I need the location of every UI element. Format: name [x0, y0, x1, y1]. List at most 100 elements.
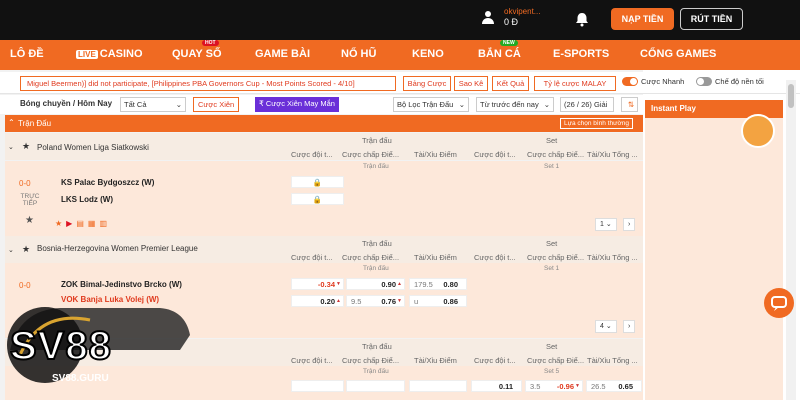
chevron-down-icon[interactable]: ⌄ — [8, 143, 14, 151]
chart-icon[interactable]: ▥ — [99, 219, 107, 228]
league-name: Bosnia-Herzegovina Women Premier League — [37, 244, 198, 253]
next-page-button[interactable]: › — [623, 218, 636, 231]
group-set: Set — [546, 239, 558, 248]
col-moneyline: Cược đội t... — [291, 253, 333, 262]
odds-cell[interactable]: 3.5 -0.96 ▼ — [525, 380, 583, 392]
odds-cell[interactable]: 0.90 ▲ — [346, 278, 405, 290]
nav-quay-so[interactable]: QUAY SỐ HOT — [172, 40, 222, 60]
col-set-total: Tài/Xỉu Tổng ... — [587, 253, 638, 262]
tracker-icon[interactable]: ▦ — [88, 219, 96, 228]
scrollbar-thumb[interactable] — [788, 84, 794, 108]
bet-type-select[interactable]: Lựa chọn bình thường — [559, 118, 633, 129]
odds-cell[interactable] — [409, 380, 467, 392]
fast-bet-label: Cược Nhanh — [641, 77, 685, 86]
col-moneyline: Cược đội t... — [291, 150, 333, 159]
nav-casino[interactable]: LIVE CASINO — [76, 48, 143, 60]
group-match: Trận đấu — [362, 342, 392, 351]
game-promo-icon[interactable] — [741, 114, 775, 148]
results-button[interactable]: Kết Quả — [492, 76, 529, 91]
col-set-total: Tài/Xỉu Tổng ... — [587, 356, 638, 365]
star-icon[interactable]: ★ — [25, 215, 34, 226]
nav-keno[interactable]: KENO — [412, 48, 444, 60]
col-handicap: Cược chấp Điể... — [342, 253, 400, 262]
odds-type-select[interactable]: Tỷ lệ cược MALAY — [534, 76, 616, 91]
match-tools: ★ ▶ ▤ ▦ ▥ — [55, 219, 107, 228]
col-handicap: Cược chấp Điể... — [342, 356, 400, 365]
bell-icon[interactable] — [574, 11, 590, 27]
col-moneyline: Cược đội t... — [291, 356, 333, 365]
col-set-handicap: Cược chấp Điể... — [527, 356, 585, 365]
league-name: Poland Women Liga Siatkowski — [37, 143, 149, 152]
sort-icon[interactable]: ⇅ — [621, 97, 638, 112]
match-filter-select[interactable]: Bộ Lọc Trận Đấu ⌄ — [393, 97, 469, 112]
star-icon[interactable]: ★ — [22, 141, 30, 152]
odds-cell[interactable]: 179.5 0.80 — [409, 278, 467, 290]
deposit-button[interactable]: NẠP TIỀN — [611, 8, 674, 30]
dark-mode-toggle[interactable]: Chế độ nền tối — [696, 77, 764, 86]
odds-cell[interactable]: 0.11 — [471, 380, 522, 392]
odds-cell[interactable] — [346, 380, 405, 392]
group-set: Set — [546, 136, 558, 145]
instant-play-label: Instant Play — [651, 104, 696, 113]
user-account[interactable]: okvipent... 0 Đ — [480, 6, 540, 27]
withdraw-button[interactable]: RÚT TIỀN — [680, 8, 743, 30]
date-select[interactable]: Tất Cả ⌄ — [120, 97, 186, 112]
scrollbar[interactable] — [786, 80, 796, 400]
sport-label: Bóng chuyền / Hôm Nay — [20, 99, 113, 108]
odds-cell[interactable]: -0.34 ▼ — [291, 278, 344, 290]
odds-cell[interactable]: 0.20 ▲ — [291, 295, 344, 307]
nav-e-sports[interactable]: E-SPORTS — [553, 48, 609, 60]
sub-label: Set 1 — [544, 163, 560, 170]
lucky-parlay-button[interactable]: ₹ Cược Xiên May Mắn — [255, 97, 339, 112]
chevron-down-icon: ⌄ — [458, 100, 465, 109]
odds-cell[interactable]: u 0.86 — [409, 295, 467, 307]
nav-ban-ca[interactable]: BẮN CÁ NEW — [478, 40, 521, 60]
chevron-down-icon[interactable]: ⌄ — [8, 246, 14, 254]
statement-button[interactable]: Sao Kê — [454, 76, 488, 91]
live-badge: LIVE — [76, 50, 98, 59]
chat-icon[interactable] — [764, 288, 794, 318]
toggle-switch[interactable] — [622, 77, 638, 86]
logo-url: SV88.GURU — [52, 373, 109, 384]
username: okvipent... — [504, 7, 541, 16]
home-team: KS Palac Bydgoszcz (W) — [61, 178, 155, 187]
league-header[interactable]: ⌄ ★ Poland Women Liga Siatkowski Trận đấ… — [5, 133, 643, 160]
hot-badge: HOT — [202, 40, 219, 46]
main-nav: LÔ ĐỀ LIVE CASINO QUAY SỐ HOT GAME BÀI NỔ … — [0, 40, 800, 70]
collapse-icon[interactable]: ⌃ — [8, 118, 15, 127]
sort-select[interactable]: Từ trước đến nay ⌄ — [476, 97, 554, 112]
nav-no-hu[interactable]: NỔ HŨ — [341, 48, 376, 60]
page-select[interactable]: 1 ⌄ — [595, 218, 617, 231]
ticker-bar: Miguel Beermen)] did not participate, [P… — [0, 72, 800, 94]
col-set-handicap: Cược chấp Điể... — [527, 150, 585, 159]
league-header[interactable]: ⌄ ★ Bosnia-Herzegovina Women Premier Lea… — [5, 236, 643, 263]
col-set-moneyline: Cược đội t... — [474, 253, 516, 262]
stats-icon[interactable]: ▤ — [76, 219, 84, 228]
nav-lo-de[interactable]: LÔ ĐỀ — [10, 48, 44, 60]
col-set-moneyline: Cược đội t... — [474, 150, 516, 159]
odds-cell[interactable]: 26.5 0.65 — [586, 380, 642, 392]
fast-bet-toggle[interactable]: Cược Nhanh — [622, 77, 684, 86]
odds-cell[interactable]: 9.5 0.76 ▼ — [346, 295, 405, 307]
nav-cong-games[interactable]: CỔNG GAMES — [640, 48, 716, 60]
favorite-icon[interactable]: ★ — [55, 219, 62, 228]
parlay-button[interactable]: Cược Xiên — [193, 97, 240, 112]
play-icon[interactable]: ▶ — [66, 219, 72, 228]
star-icon[interactable]: ★ — [22, 244, 30, 255]
match-row: Trận đấu Set 1 0-0 TRỰC TIẾP ★ KS Palac … — [5, 161, 643, 236]
lock-icon: 🔒 — [291, 193, 344, 205]
brand-logo: SV88 SV88.GURU — [0, 290, 200, 400]
bet-list-button[interactable]: Bảng Cược — [403, 76, 451, 91]
col-set-total: Tài/Xỉu Tổng ... — [587, 150, 638, 159]
sub-label: Trận đấu — [363, 368, 389, 375]
toggle-switch[interactable] — [696, 77, 712, 86]
page-select[interactable]: 4 ⌄ — [595, 320, 617, 333]
logo-text: SV88 — [9, 323, 112, 369]
next-page-button[interactable]: › — [623, 320, 636, 333]
col-over-under: Tài/Xỉu Điểm — [414, 253, 457, 262]
instant-play-panel — [645, 114, 783, 400]
odds-cell[interactable] — [291, 380, 344, 392]
lock-icon: 🔒 — [291, 176, 344, 188]
nav-game-bai[interactable]: GAME BÀI — [255, 48, 310, 60]
group-match: Trận đấu — [362, 239, 392, 248]
